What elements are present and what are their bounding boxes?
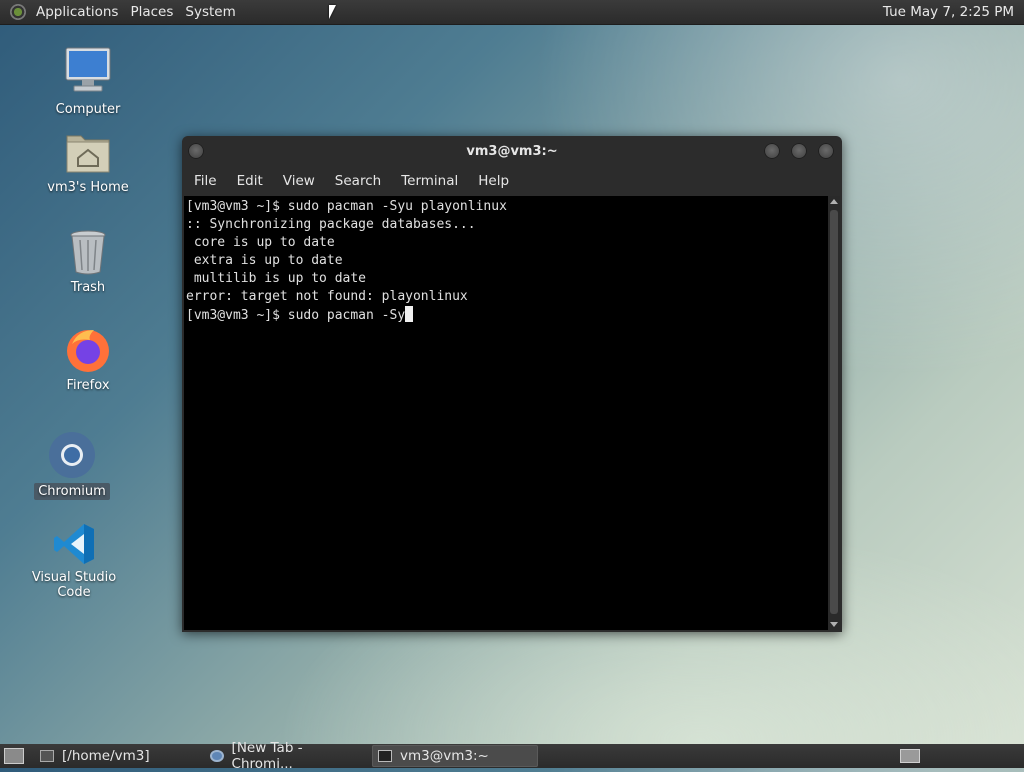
vscode-icon [52, 522, 96, 566]
desktop-icon-label: Visual Studio Code [31, 570, 117, 600]
terminal-line: :: Synchronizing package databases... [186, 217, 476, 232]
computer-icon [64, 46, 112, 98]
home-folder-icon [65, 128, 111, 176]
menu-search[interactable]: Search [325, 173, 391, 189]
window-menu-icon[interactable] [188, 143, 204, 159]
maximize-icon[interactable] [791, 143, 807, 159]
desktop-icon-trash[interactable]: Trash [33, 228, 143, 295]
menu-view[interactable]: View [273, 173, 325, 189]
applications-menu[interactable]: Applications [32, 4, 126, 20]
scroll-up-arrow-icon[interactable] [830, 199, 838, 204]
menu-file[interactable]: File [184, 173, 227, 189]
menu-help[interactable]: Help [468, 173, 519, 189]
workspace-switcher-icon[interactable] [900, 749, 920, 763]
terminal-line: [vm3@vm3 ~]$ sudo pacman -Syu playonlinu… [186, 199, 507, 214]
terminal-icon [378, 750, 392, 762]
file-manager-icon [40, 750, 54, 762]
scroll-down-arrow-icon[interactable] [830, 622, 838, 627]
mouse-cursor-icon [329, 5, 336, 19]
desktop-icon-computer[interactable]: Computer [33, 46, 143, 117]
scrollbar-thumb[interactable] [830, 210, 838, 614]
distro-logo-icon[interactable] [10, 4, 26, 20]
show-desktop-icon[interactable] [4, 748, 24, 764]
desktop-icon-home[interactable]: vm3's Home [33, 128, 143, 195]
close-icon[interactable] [818, 143, 834, 159]
terminal-screen[interactable]: [vm3@vm3 ~]$ sudo pacman -Syu playonlinu… [184, 196, 828, 630]
desktop-icon-chromium[interactable]: Chromium [17, 430, 127, 500]
terminal-menubar: File Edit View Search Terminal Help [182, 166, 842, 196]
terminal-window[interactable]: vm3@vm3:~ File Edit View Search Terminal… [182, 136, 842, 632]
terminal-line: core is up to date [186, 235, 335, 250]
minimize-icon[interactable] [764, 143, 780, 159]
chromium-icon [210, 750, 224, 762]
taskbar-item-label: [New Tab - Chromi... [231, 740, 303, 772]
terminal-titlebar[interactable]: vm3@vm3:~ [182, 136, 842, 166]
desktop-icon-label: Computer [55, 102, 121, 117]
terminal-prompt-line: [vm3@vm3 ~]$ sudo pacman -Sy [186, 306, 828, 325]
terminal-line: multilib is up to date [186, 271, 367, 286]
taskbar-item-terminal[interactable]: vm3@vm3:~ [372, 745, 538, 767]
terminal-title: vm3@vm3:~ [466, 143, 558, 159]
desktop-icon-vscode[interactable]: Visual Studio Code [19, 522, 129, 600]
desktop-icon-label: Firefox [66, 378, 110, 393]
desktop-icon-firefox[interactable]: Firefox [33, 326, 143, 393]
terminal-line: error: target not found: playonlinux [186, 289, 468, 304]
system-menu[interactable]: System [181, 4, 243, 20]
places-menu[interactable]: Places [126, 4, 181, 20]
desktop-icon-label: Chromium [34, 483, 110, 500]
terminal-line: extra is up to date [186, 253, 343, 268]
chromium-icon [47, 430, 97, 480]
clock[interactable]: Tue May 7, 2:25 PM [883, 4, 1024, 20]
terminal-scrollbar[interactable] [828, 196, 840, 630]
desktop-icon-label: Trash [70, 280, 106, 295]
trash-icon [68, 228, 108, 276]
bottom-panel: [/home/vm3] [New Tab - Chromi... vm3@vm3… [0, 740, 1024, 772]
terminal-prompt: [vm3@vm3 ~]$ sudo pacman -Sy [186, 308, 406, 323]
taskbar-item-file-manager[interactable]: [/home/vm3] [34, 745, 200, 767]
menu-terminal[interactable]: Terminal [391, 173, 468, 189]
taskbar-item-label: vm3@vm3:~ [400, 748, 489, 764]
taskbar-item-label: [/home/vm3] [62, 748, 150, 764]
top-panel: Applications Places System Tue May 7, 2:… [0, 0, 1024, 25]
menu-edit[interactable]: Edit [227, 173, 273, 189]
taskbar-item-chromium[interactable]: [New Tab - Chromi... [204, 740, 368, 772]
firefox-icon [64, 326, 112, 374]
desktop-icon-label: vm3's Home [47, 180, 129, 195]
text-cursor [405, 306, 414, 322]
